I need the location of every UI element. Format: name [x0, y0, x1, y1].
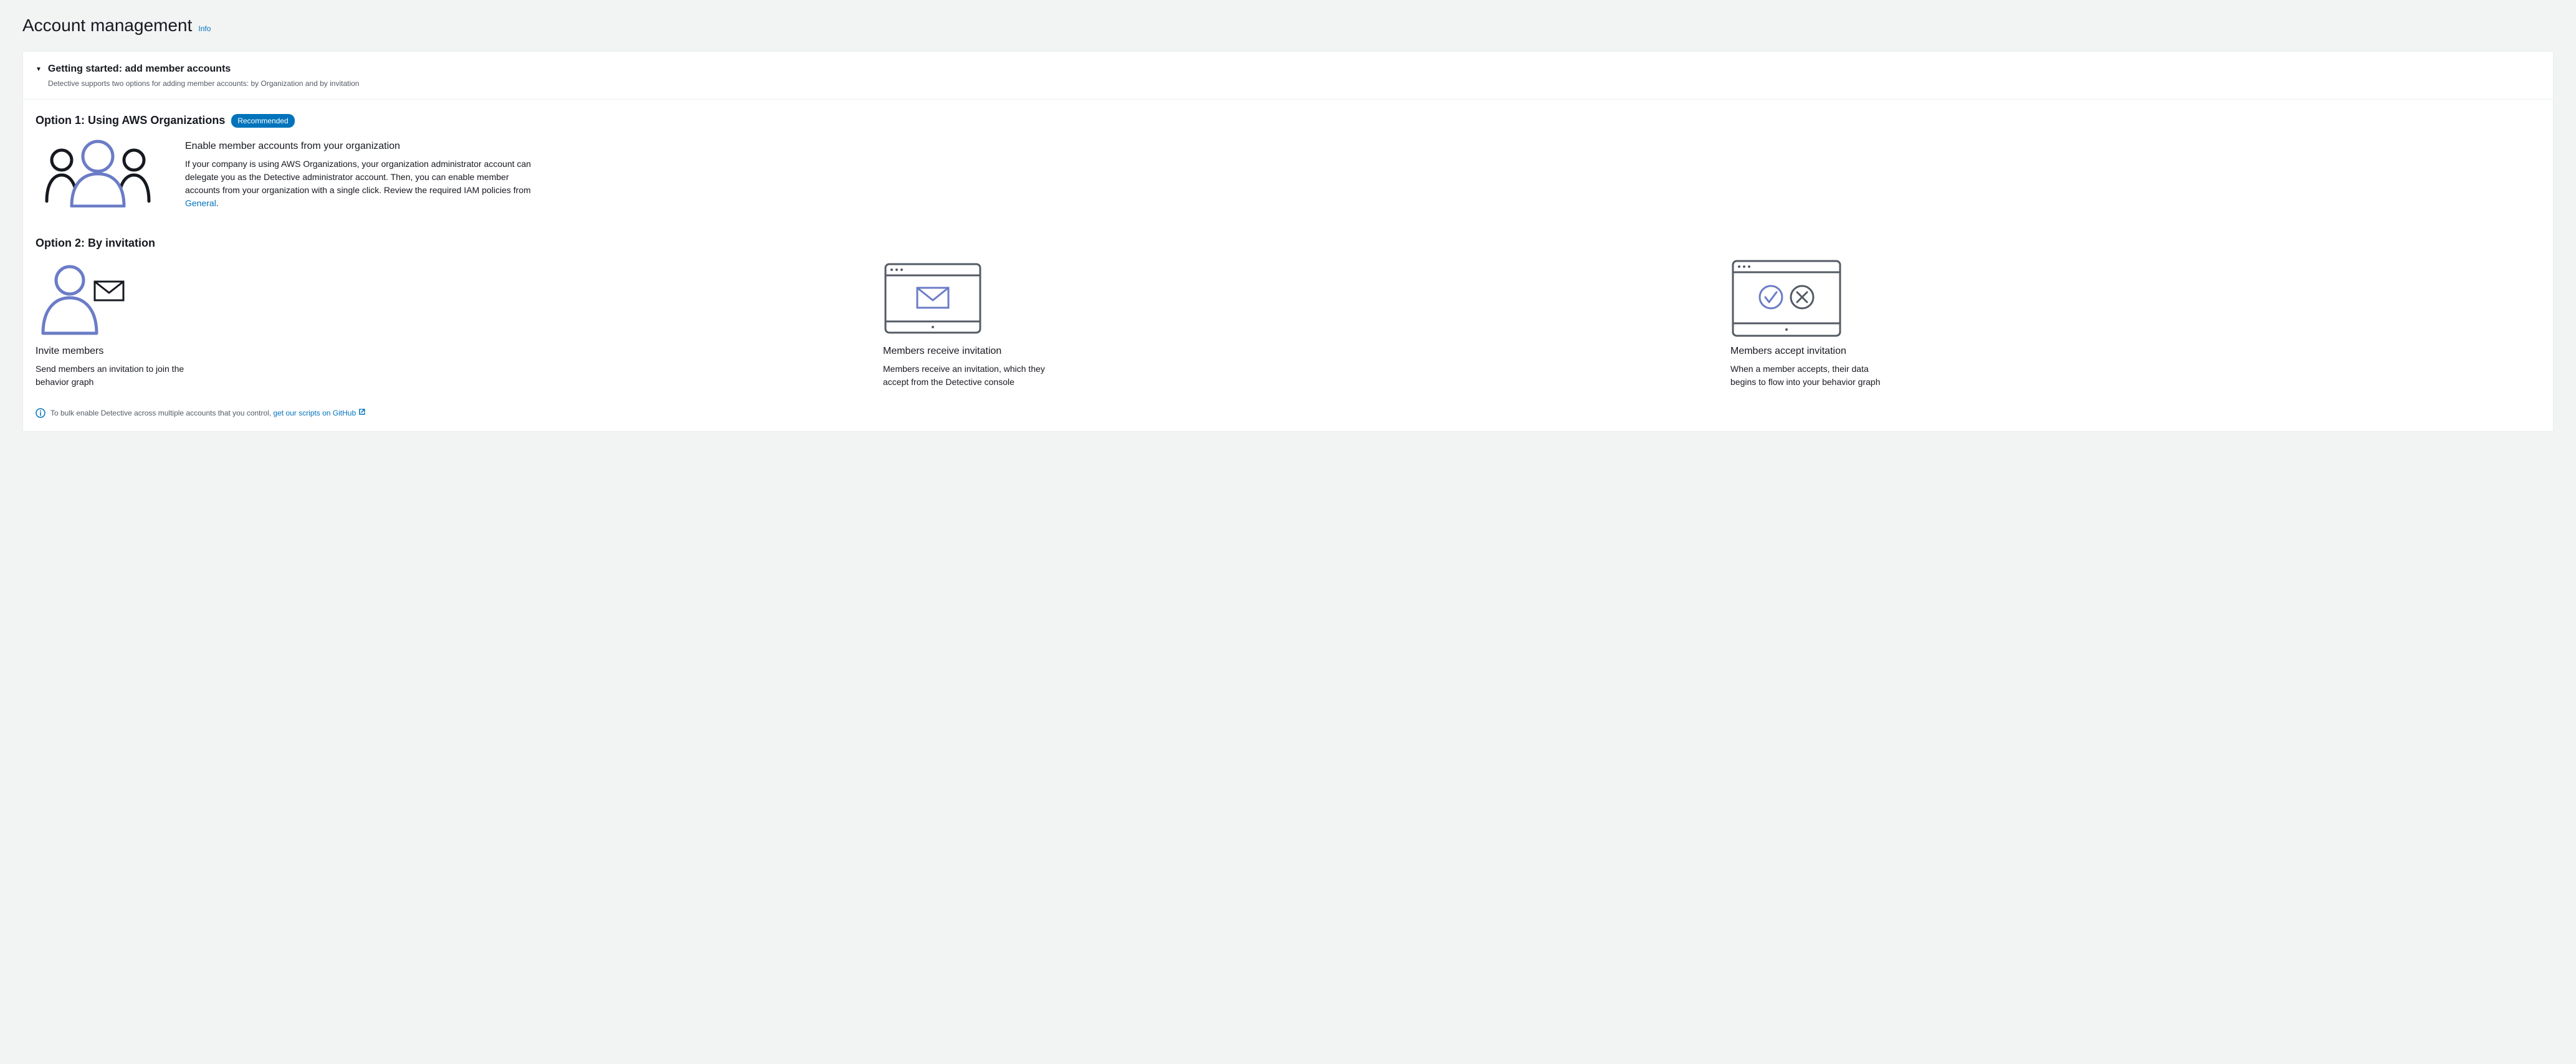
- github-link[interactable]: get our scripts on GitHub: [274, 409, 366, 417]
- step3-heading: Members accept invitation: [1730, 344, 2540, 359]
- recommended-badge: Recommended: [231, 114, 294, 128]
- user-envelope-icon: [36, 262, 846, 336]
- step-receive: Members receive invitation Members recei…: [883, 262, 1693, 389]
- footer-text: To bulk enable Detective across multiple…: [50, 407, 366, 419]
- option1-description: If your company is using AWS Organizatio…: [185, 158, 534, 210]
- getting-started-toggle[interactable]: ▼ Getting started: add member accounts: [36, 62, 2540, 77]
- browser-check-x-icon: [1730, 262, 2540, 336]
- step-invite: Invite members Send members an invitatio…: [36, 262, 846, 389]
- option1-title: Option 1: Using AWS Organizations: [36, 112, 225, 129]
- getting-started-panel: ▼ Getting started: add member accounts D…: [22, 51, 2554, 432]
- users-group-icon: [36, 139, 160, 207]
- getting-started-subtitle: Detective supports two options for addin…: [48, 78, 2540, 89]
- step1-heading: Invite members: [36, 344, 846, 359]
- page-title: Account management: [22, 12, 192, 39]
- option2-title: Option 2: By invitation: [36, 235, 155, 252]
- general-link[interactable]: General: [185, 198, 216, 208]
- getting-started-title: Getting started: add member accounts: [48, 62, 231, 77]
- option1-heading: Enable member accounts from your organiz…: [185, 139, 534, 154]
- browser-envelope-icon: [883, 262, 1693, 336]
- info-icon: [36, 408, 45, 418]
- info-link[interactable]: Info: [198, 23, 211, 34]
- external-link-icon: [358, 409, 366, 417]
- caret-down-icon: ▼: [36, 65, 42, 74]
- step-accept: Members accept invitation When a member …: [1730, 262, 2540, 389]
- step2-description: Members receive an invitation, which the…: [883, 363, 1045, 389]
- step3-description: When a member accepts, their data begins…: [1730, 363, 1892, 389]
- step2-heading: Members receive invitation: [883, 344, 1693, 359]
- step1-description: Send members an invitation to join the b…: [36, 363, 198, 389]
